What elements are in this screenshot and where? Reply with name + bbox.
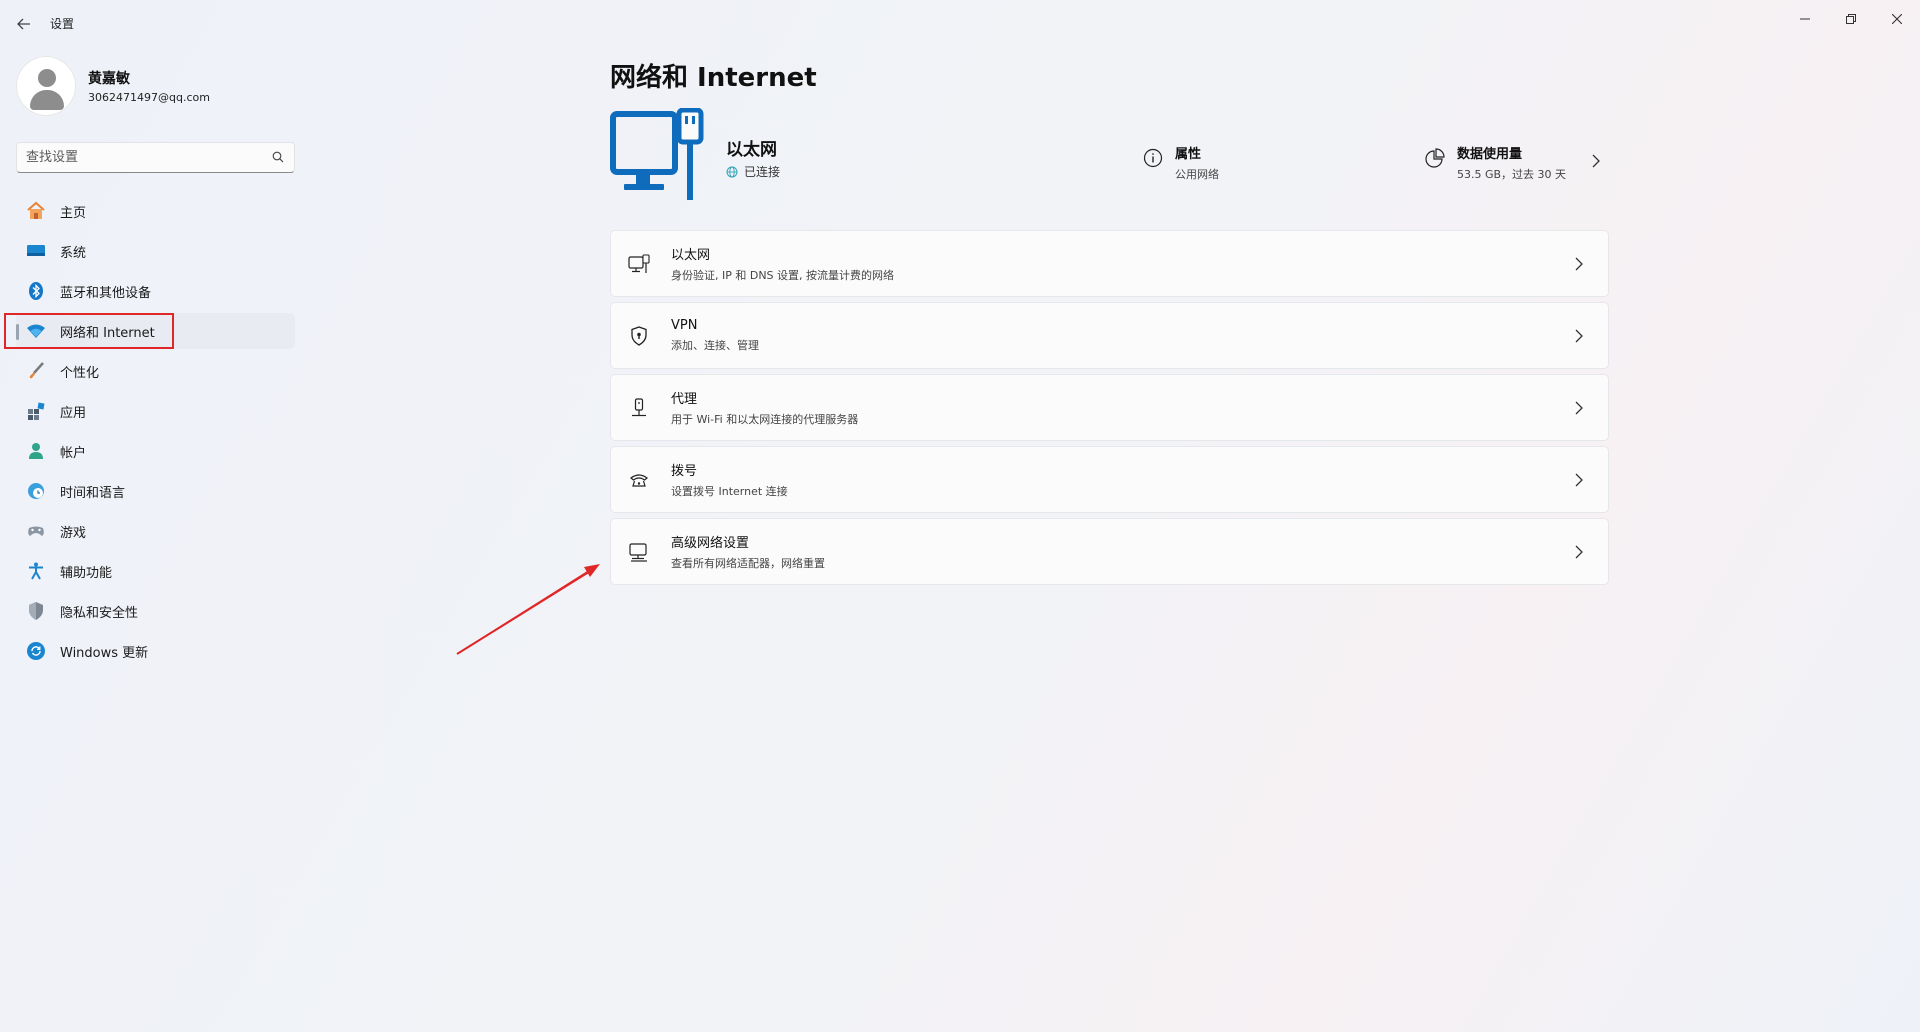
sidebar-item-apps[interactable]: 应用	[16, 393, 295, 429]
card-subtitle: 用于 Wi-Fi 和以太网连接的代理服务器	[671, 413, 859, 426]
card-title: 高级网络设置	[671, 536, 750, 551]
update-icon	[26, 641, 46, 661]
search-box[interactable]	[16, 142, 295, 173]
sidebar-item-label: 应用	[60, 405, 87, 421]
sidebar-item-label: 主页	[60, 205, 87, 221]
pie-chart-icon	[1425, 148, 1445, 168]
card-subtitle: 身份验证, IP 和 DNS 设置, 按流量计费的网络	[671, 269, 895, 282]
sidebar-item-system[interactable]: 系统	[16, 233, 295, 269]
title-bar: 设置	[0, 0, 1920, 46]
sidebar-item-gaming[interactable]: 游戏	[16, 513, 295, 549]
search-icon[interactable]	[272, 151, 284, 163]
sidebar-item-label: 个性化	[60, 365, 100, 381]
card-subtitle: 查看所有网络适配器，网络重置	[671, 557, 825, 570]
card-title: 代理	[671, 392, 698, 407]
avatar-head	[38, 69, 56, 87]
vpn-shield-icon	[627, 324, 651, 348]
chevron-right-icon	[1575, 545, 1583, 559]
minimize-icon	[1800, 18, 1810, 20]
chevron-right-icon	[1575, 401, 1583, 415]
sidebar-item-home[interactable]: 主页	[16, 193, 295, 229]
dialup-icon	[627, 468, 651, 492]
chevron-right-icon	[1575, 473, 1583, 487]
ethernet-icon	[627, 252, 651, 276]
connection-status-text: 已连接	[744, 165, 781, 179]
chevron-right-icon[interactable]	[1590, 154, 1602, 168]
card-title: VPN	[671, 318, 698, 333]
close-button[interactable]	[1874, 4, 1920, 34]
accessibility-icon	[26, 561, 46, 581]
gamepad-icon	[26, 521, 46, 541]
ethernet-monitor-icon	[610, 108, 704, 200]
card-advanced-network-settings[interactable]: 高级网络设置 查看所有网络适配器，网络重置	[610, 518, 1609, 585]
sidebar-item-label: 系统	[60, 245, 87, 261]
close-icon	[1892, 14, 1902, 24]
network-hero: 以太网 已连接 属性 公用网络 数据使用量 53.5 GB，过去 30 天	[610, 108, 1608, 208]
sidebar-item-label: Windows 更新	[60, 645, 149, 661]
sidebar-item-label: 隐私和安全性	[60, 605, 139, 621]
search-input[interactable]	[17, 143, 257, 172]
sidebar-item-label: 游戏	[60, 525, 87, 541]
data-usage-title: 数据使用量	[1457, 147, 1523, 162]
data-usage-subtitle: 53.5 GB，过去 30 天	[1457, 168, 1567, 181]
app-title: 设置	[50, 17, 75, 31]
advanced-network-icon	[627, 540, 651, 564]
sidebar-item-windows-update[interactable]: Windows 更新	[16, 633, 295, 669]
restore-icon	[1846, 14, 1856, 24]
card-subtitle: 添加、连接、管理	[671, 339, 759, 352]
annotation-highlight-box	[4, 313, 174, 349]
settings-card-list: 以太网 身份验证, IP 和 DNS 设置, 按流量计费的网络 VPN 添加、连…	[610, 230, 1609, 590]
connection-status: 已连接	[726, 163, 780, 180]
back-button[interactable]	[10, 10, 38, 38]
sidebar-item-bluetooth[interactable]: 蓝牙和其他设备	[16, 273, 295, 309]
sidebar-item-label: 辅助功能	[60, 565, 113, 581]
info-icon	[1143, 148, 1163, 168]
properties-title: 属性	[1175, 147, 1202, 162]
properties-subtitle: 公用网络	[1175, 168, 1219, 181]
avatar-body	[30, 90, 64, 110]
bluetooth-icon	[26, 281, 46, 301]
apps-icon	[26, 401, 46, 421]
card-vpn[interactable]: VPN 添加、连接、管理	[610, 302, 1609, 369]
restore-button[interactable]	[1828, 4, 1874, 34]
card-proxy[interactable]: 代理 用于 Wi-Fi 和以太网连接的代理服务器	[610, 374, 1609, 441]
chevron-right-icon	[1575, 329, 1583, 343]
sidebar-nav: 主页 系统 蓝牙和其他设备 网络和 Internet 个性化 应用 帐户 时间和…	[16, 193, 295, 673]
sidebar-item-time-language[interactable]: 时间和语言	[16, 473, 295, 509]
sidebar-item-personalization[interactable]: 个性化	[16, 353, 295, 389]
properties-link[interactable]: 属性 公用网络	[1143, 143, 1219, 182]
back-arrow-icon	[17, 18, 30, 30]
sidebar-item-label: 时间和语言	[60, 485, 126, 501]
card-title: 拨号	[671, 464, 698, 479]
sidebar-item-accessibility[interactable]: 辅助功能	[16, 553, 295, 589]
page-title: 网络和 Internet	[610, 63, 817, 93]
account-icon	[26, 441, 46, 461]
card-subtitle: 设置拨号 Internet 连接	[671, 485, 788, 498]
sidebar-item-privacy[interactable]: 隐私和安全性	[16, 593, 295, 629]
profile-email: 3062471497@qq.com	[88, 91, 210, 104]
sidebar-item-label: 帐户	[60, 445, 87, 461]
avatar	[16, 56, 76, 116]
sidebar-item-label: 蓝牙和其他设备	[60, 285, 152, 301]
card-ethernet[interactable]: 以太网 身份验证, IP 和 DNS 设置, 按流量计费的网络	[610, 230, 1609, 297]
brush-icon	[26, 361, 46, 381]
globe-icon	[726, 166, 738, 177]
connection-name: 以太网	[726, 140, 777, 160]
system-icon	[26, 241, 46, 261]
time-language-icon	[26, 481, 46, 501]
data-usage-link[interactable]: 数据使用量 53.5 GB，过去 30 天	[1425, 143, 1566, 182]
card-dialup[interactable]: 拨号 设置拨号 Internet 连接	[610, 446, 1609, 513]
profile-name: 黄嘉敏	[88, 71, 130, 87]
minimize-button[interactable]	[1782, 4, 1828, 34]
chevron-right-icon	[1575, 257, 1583, 271]
proxy-icon	[627, 396, 651, 420]
card-title: 以太网	[671, 248, 711, 263]
home-icon	[26, 201, 46, 221]
shield-icon	[26, 601, 46, 621]
sidebar-item-accounts[interactable]: 帐户	[16, 433, 295, 469]
user-profile[interactable]: 黄嘉敏 3062471497@qq.com	[16, 56, 210, 116]
